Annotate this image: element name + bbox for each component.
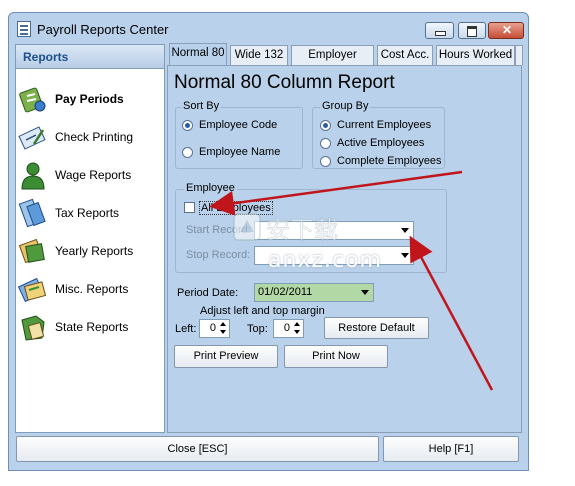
chevron-down-icon	[401, 253, 409, 258]
sidebar-item-misc-reports[interactable]: Misc. Reports	[18, 272, 162, 306]
wage-reports-icon	[21, 162, 45, 190]
chevron-down-icon	[361, 290, 369, 295]
sidebar-item-label: Check Printing	[55, 130, 134, 144]
state-reports-icon	[21, 315, 45, 341]
check-printing-icon	[18, 126, 46, 150]
sidebar-item-pay-periods[interactable]: Pay Periods	[18, 82, 162, 116]
tab-wide-132[interactable]: Wide 132	[230, 45, 288, 65]
all-employees-checkbox[interactable]	[184, 202, 195, 213]
close-window-button[interactable]	[488, 22, 524, 39]
window-title: Payroll Reports Center	[37, 22, 169, 37]
print-preview-button[interactable]: Print Preview	[174, 345, 278, 368]
sort-by-group	[175, 107, 303, 169]
sort-employee-code-radio[interactable]	[182, 120, 193, 131]
maximize-button[interactable]	[458, 22, 486, 39]
sidebar-item-wage-reports[interactable]: Wage Reports	[18, 158, 162, 192]
tab-hours-worked[interactable]: Hours Worked	[436, 45, 515, 65]
group-active-employees-radio[interactable]	[320, 138, 331, 149]
period-date-label: Period Date:	[177, 287, 239, 299]
close-button[interactable]: Close [ESC]	[16, 436, 379, 462]
minimize-button[interactable]	[425, 22, 454, 39]
sidebar-item-label: State Reports	[55, 320, 129, 334]
top-margin-value: 0	[283, 322, 290, 334]
employee-label: Employee	[184, 182, 237, 194]
left-margin-label: Left:	[175, 323, 197, 335]
sidebar-item-tax-reports[interactable]: Tax Reports	[18, 196, 162, 230]
tax-reports-icon	[18, 198, 46, 228]
sort-employee-name-radio[interactable]	[182, 147, 193, 158]
sidebar-title: Reports	[23, 50, 69, 64]
sidebar-item-check-printing[interactable]: Check Printing	[18, 120, 162, 154]
group-current-employees-radio[interactable]	[320, 120, 331, 131]
report-title: Normal 80 Column Report	[174, 72, 395, 93]
sidebar-item-state-reports[interactable]: State Reports	[18, 310, 162, 344]
tab-normal-80[interactable]: Normal 80	[169, 43, 227, 65]
sidebar-item-label: Pay Periods	[55, 92, 124, 106]
tab-scroll-indicator	[515, 45, 523, 65]
misc-reports-icon	[18, 277, 47, 303]
sidebar-item-label: Misc. Reports	[55, 282, 129, 296]
sort-by-label: Sort By	[181, 100, 222, 112]
top-margin-stepper[interactable]: 0	[273, 319, 304, 338]
sidebar-item-yearly-reports[interactable]: Yearly Reports	[18, 234, 162, 268]
left-margin-value: 0	[209, 322, 216, 334]
yearly-reports-icon	[18, 238, 45, 264]
watermark-brand: 安下载	[266, 216, 338, 244]
period-date-value: 01/02/2011	[258, 286, 313, 298]
sidebar-item-label: Wage Reports	[55, 168, 132, 182]
spin-down-icon[interactable]	[293, 329, 302, 336]
pay-periods-icon	[19, 87, 46, 113]
spin-up-icon[interactable]	[293, 321, 302, 328]
sidebar-item-label: Yearly Reports	[55, 244, 134, 258]
print-now-button[interactable]: Print Now	[284, 345, 388, 368]
watermark-text: anxz.com	[268, 248, 382, 273]
top-margin-label: Top:	[247, 323, 268, 335]
spin-down-icon[interactable]	[219, 329, 228, 336]
left-margin-stepper[interactable]: 0	[199, 319, 230, 338]
group-current-employees-label: Current Employees	[337, 119, 432, 131]
margin-caption: Adjust left and top margin	[200, 305, 325, 317]
period-date-picker[interactable]: 01/02/2011	[254, 283, 374, 302]
group-by-label: Group By	[320, 100, 371, 112]
help-button[interactable]: Help [F1]	[383, 436, 519, 462]
group-complete-employees-label: Complete Employees	[337, 155, 442, 167]
chevron-down-icon	[401, 228, 409, 233]
sidebar-item-label: Tax Reports	[55, 206, 120, 220]
group-complete-employees-radio[interactable]	[320, 156, 331, 167]
sort-employee-name-label: Employee Name	[199, 146, 281, 158]
tab-employer-totals[interactable]: Employer Totals	[291, 45, 374, 80]
group-active-employees-label: Active Employees	[337, 137, 425, 149]
sort-employee-code-label: Employee Code	[199, 119, 278, 131]
restore-default-button[interactable]: Restore Default	[324, 317, 429, 339]
tab-cost-acc[interactable]: Cost Acc.	[377, 45, 433, 65]
app-icon	[17, 21, 31, 37]
spin-up-icon[interactable]	[219, 321, 228, 328]
